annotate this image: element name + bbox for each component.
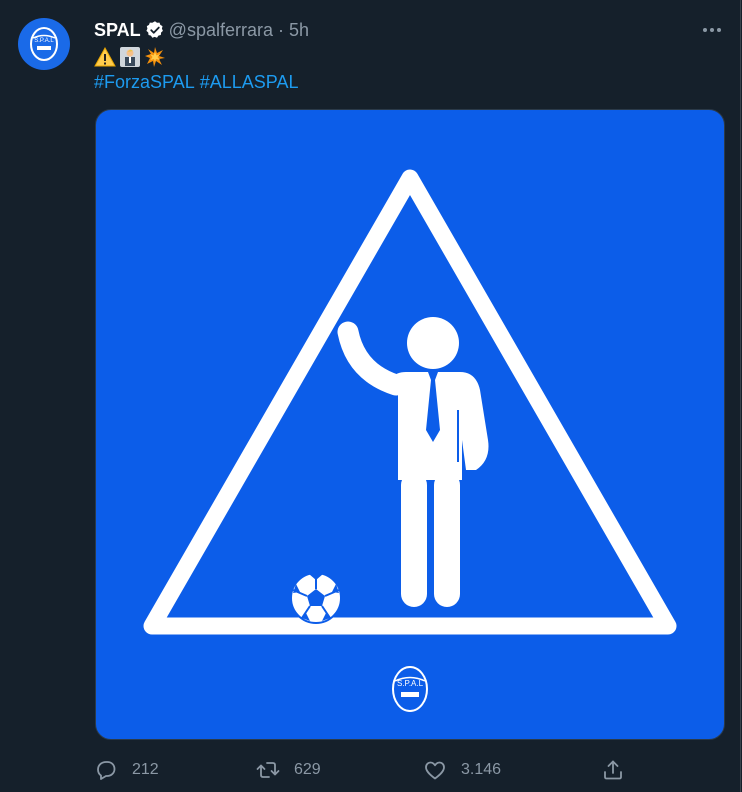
author-name[interactable]: SPAL [94,20,141,41]
tweet-header: SPAL @spalferrara · 5h [94,18,309,42]
more-options-icon[interactable] [698,18,726,42]
avatar-logo-text: S.P.A.L [34,38,54,44]
reply-count: 212 [132,761,159,778]
separator-dot: · [277,19,284,40]
media-logo-text: S.P.A.L [397,679,424,688]
share-button[interactable] [601,755,625,785]
share-icon [604,760,622,780]
heart-icon [425,761,445,780]
retweet-icon [256,762,280,778]
tweet-actions: 212 629 3.146 [94,755,634,785]
tweet-emojis [94,44,166,70]
tweet-hashtags: #ForzaSPAL #ALLASPAL [94,70,303,94]
football-icon [290,572,342,624]
retweet-count: 629 [294,761,321,778]
spal-logo-icon: S.P.A.L [392,666,428,712]
warning-sign-icon [94,46,116,68]
warning-sign-graphic: S.P.A.L [143,169,677,712]
hashtag-link[interactable]: #ALLASPAL [200,72,299,92]
like-button[interactable]: 3.146 [423,755,501,785]
tweet-media-image[interactable]: S.P.A.L [95,109,725,740]
tweet-timestamp[interactable]: 5h [289,20,309,41]
collision-icon [144,46,166,68]
like-count: 3.146 [461,761,502,778]
spal-logo-icon: S.P.A.L [30,27,58,61]
avatar[interactable]: S.P.A.L [18,18,70,70]
verified-badge-icon [145,20,165,40]
tweet[interactable]: S.P.A.L SPAL @spalferrara · 5h #ForzaSPA… [0,0,741,792]
author-handle[interactable]: @spalferrara [169,20,273,41]
reply-button[interactable]: 212 [94,755,159,785]
hashtag-link[interactable]: #ForzaSPAL [94,72,195,92]
reply-icon [97,761,116,780]
retweet-button[interactable]: 629 [256,755,321,785]
man-in-suit-icon [119,46,141,68]
